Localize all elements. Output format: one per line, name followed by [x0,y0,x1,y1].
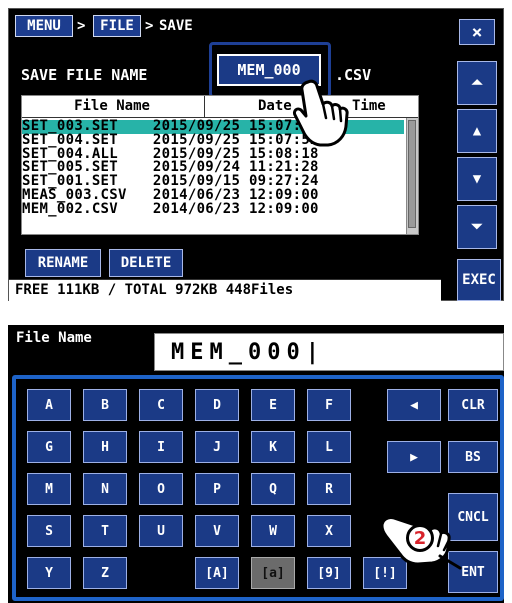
key-L[interactable]: L [307,431,351,463]
left-arrow-icon: ◀ [410,397,418,413]
key-J[interactable]: J [195,431,239,463]
lowercase-mode-key[interactable]: [a] [251,557,295,589]
save-screen: MENU > FILE > SAVE × SAVE FILE NAME MEM_… [8,8,504,301]
key-P[interactable]: P [195,473,239,505]
key-I[interactable]: I [139,431,183,463]
key-N[interactable]: N [83,473,127,505]
key-S[interactable]: S [27,515,71,547]
key-V[interactable]: V [195,515,239,547]
key-Z[interactable]: Z [83,557,127,589]
rename-button[interactable]: RENAME [25,249,101,277]
filename-entry-field[interactable]: MEM_000| [154,333,504,371]
scrollbar-thumb[interactable] [408,120,416,228]
close-icon: × [471,21,483,43]
column-header-file-name[interactable]: File Name [22,96,202,116]
right-arrow-icon: ▶ [410,449,418,465]
scroll-down-button[interactable]: ▼ [457,157,497,201]
cursor-right-key[interactable]: ▶ [387,441,441,473]
filename-value: MEM_000 [237,61,301,79]
key-C[interactable]: C [139,389,183,421]
backspace-key[interactable]: BS [448,441,498,473]
scroll-up-button[interactable]: ▲ [457,109,497,153]
column-header-date[interactable]: Date [258,96,292,116]
table-header: File Name Date Time [22,96,418,118]
breadcrumb-menu[interactable]: MENU [15,15,73,37]
column-divider [204,96,205,118]
exec-button[interactable]: EXEC [457,259,501,301]
key-T[interactable]: T [83,515,127,547]
key-Y[interactable]: Y [27,557,71,589]
key-B[interactable]: B [83,389,127,421]
key-A[interactable]: A [27,389,71,421]
file-table: File Name Date Time SET_003.SET 2015/09/… [21,95,419,235]
key-E[interactable]: E [251,389,295,421]
key-M[interactable]: M [27,473,71,505]
key-O[interactable]: O [139,473,183,505]
key-H[interactable]: H [83,431,127,463]
key-K[interactable]: K [251,431,295,463]
uppercase-mode-key[interactable]: [A] [195,557,239,589]
key-F[interactable]: F [307,389,351,421]
clear-key[interactable]: CLR [448,389,498,421]
double-up-arrow-icon: ⏶ [471,75,483,91]
key-U[interactable]: U [139,515,183,547]
save-filename-label: SAVE FILE NAME [21,66,148,84]
key-W[interactable]: W [251,515,295,547]
pointing-hand-icon [293,79,349,147]
scrollbar[interactable] [406,118,418,234]
storage-status: FREE 111KB / TOTAL 972KB 448Files [9,279,441,301]
close-button[interactable]: × [459,19,495,45]
key-Q[interactable]: Q [251,473,295,505]
scroll-first-button[interactable]: ⏶ [457,61,497,105]
breadcrumb-separator: > [77,18,86,34]
breadcrumb-file[interactable]: FILE [93,15,141,37]
key-R[interactable]: R [307,473,351,505]
key-X[interactable]: X [307,515,351,547]
key-D[interactable]: D [195,389,239,421]
keyboard-title: File Name [16,330,92,346]
numeric-mode-key[interactable]: [9] [307,557,351,589]
filename-entry-value: MEM_000| [171,339,325,365]
breadcrumb-current: SAVE [159,18,193,34]
down-arrow-icon: ▼ [472,171,482,187]
column-header-time[interactable]: Time [352,96,386,116]
up-arrow-icon: ▲ [472,123,482,139]
key-G[interactable]: G [27,431,71,463]
delete-button[interactable]: DELETE [109,249,183,277]
breadcrumb-separator: > [145,18,154,34]
scroll-last-button[interactable]: ⏷ [457,205,497,249]
table-row[interactable]: MEM_002.CSV 2014/06/23 12:09:00 [22,202,404,217]
double-down-arrow-icon: ⏷ [471,219,483,235]
step-callout-badge: 2 [406,524,434,552]
cursor-left-key[interactable]: ◀ [387,389,441,421]
